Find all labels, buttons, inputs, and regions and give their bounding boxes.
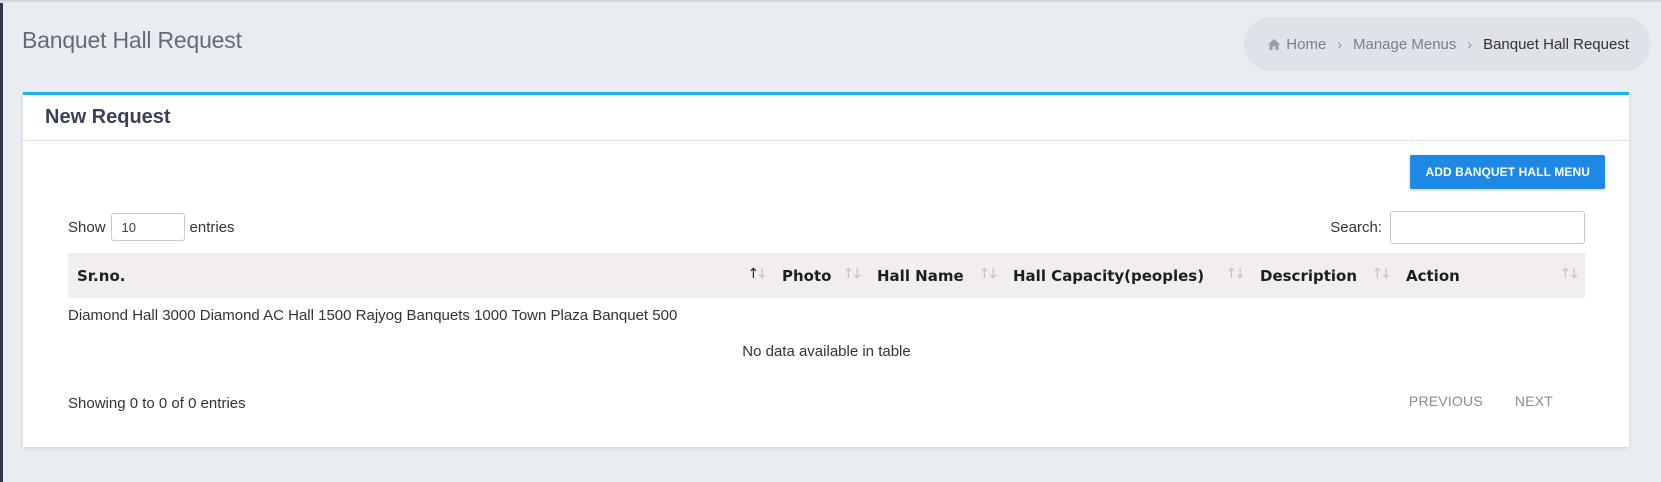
- banquet-hall-table: Sr.no. ↑↓ Photo ↑↓ Hall Name ↑↓ Hall Cap…: [68, 253, 1585, 298]
- search-label: Search:: [1330, 219, 1382, 236]
- table-search-control: Search:: [1330, 211, 1585, 244]
- entries-length-select[interactable]: 10: [110, 213, 185, 241]
- card-header: New Request: [23, 95, 1629, 141]
- breadcrumb-manage-menus[interactable]: Manage Menus: [1353, 36, 1456, 53]
- column-header-photo[interactable]: Photo ↑↓: [773, 253, 868, 298]
- chevron-right-icon: ›: [1467, 36, 1473, 52]
- column-label: Action: [1406, 266, 1460, 285]
- breadcrumb-home[interactable]: Home: [1268, 36, 1326, 53]
- pagination: PREVIOUS NEXT: [1393, 388, 1569, 414]
- column-label: Photo: [782, 266, 832, 285]
- next-page-button[interactable]: NEXT: [1499, 388, 1569, 414]
- sort-icon: ↑↓: [1225, 266, 1247, 282]
- sort-asc-icon: ↑↓: [747, 266, 769, 282]
- column-header-hall-name[interactable]: Hall Name ↑↓: [868, 253, 1004, 298]
- add-banquet-hall-menu-button[interactable]: ADD BANQUET HALL MENU: [1410, 155, 1605, 189]
- breadcrumb-home-label: Home: [1286, 35, 1327, 53]
- sort-icon: ↑↓: [1559, 266, 1581, 282]
- column-label: Sr.no.: [77, 266, 126, 285]
- search-input[interactable]: [1390, 211, 1585, 244]
- home-icon: [1268, 38, 1281, 50]
- card-title: New Request: [45, 106, 171, 128]
- top-bar-shadow: [0, 0, 1661, 3]
- column-header-action[interactable]: Action ↑↓: [1397, 253, 1585, 298]
- breadcrumb: Home › Manage Menus › Banquet Hall Reque…: [1244, 17, 1651, 71]
- table-info: Showing 0 to 0 of 0 entries: [68, 395, 246, 412]
- sort-icon: ↑↓: [978, 266, 1000, 282]
- new-request-card: New Request ADD BANQUET HALL MENU Show 1…: [23, 92, 1629, 447]
- column-label: Hall Capacity(peoples): [1013, 266, 1205, 285]
- column-header-description[interactable]: Description ↑↓: [1251, 253, 1397, 298]
- hall-list-text: Diamond Hall 3000 Diamond AC Hall 1500 R…: [68, 307, 678, 324]
- entries-label: entries: [189, 218, 235, 236]
- sidebar-edge: [0, 0, 3, 482]
- chevron-right-icon: ›: [1337, 36, 1342, 52]
- column-label: Description: [1260, 266, 1358, 285]
- empty-table-message: No data available in table: [742, 343, 911, 360]
- column-header-sr-no[interactable]: Sr.no. ↑↓: [68, 253, 773, 298]
- breadcrumb-current: Banquet Hall Request: [1483, 35, 1629, 53]
- table-header-row: Sr.no. ↑↓ Photo ↑↓ Hall Name ↑↓ Hall Cap…: [68, 253, 1585, 298]
- previous-page-button[interactable]: PREVIOUS: [1393, 388, 1499, 414]
- page-title: Banquet Hall Request: [22, 27, 242, 53]
- sort-icon: ↑↓: [1371, 266, 1393, 282]
- column-header-hall-capacity[interactable]: Hall Capacity(peoples) ↑↓: [1004, 253, 1251, 298]
- table-length-control: Show 10 entries: [68, 213, 235, 241]
- sort-icon: ↑↓: [842, 266, 864, 282]
- column-label: Hall Name: [877, 266, 964, 285]
- show-label: Show: [68, 218, 106, 236]
